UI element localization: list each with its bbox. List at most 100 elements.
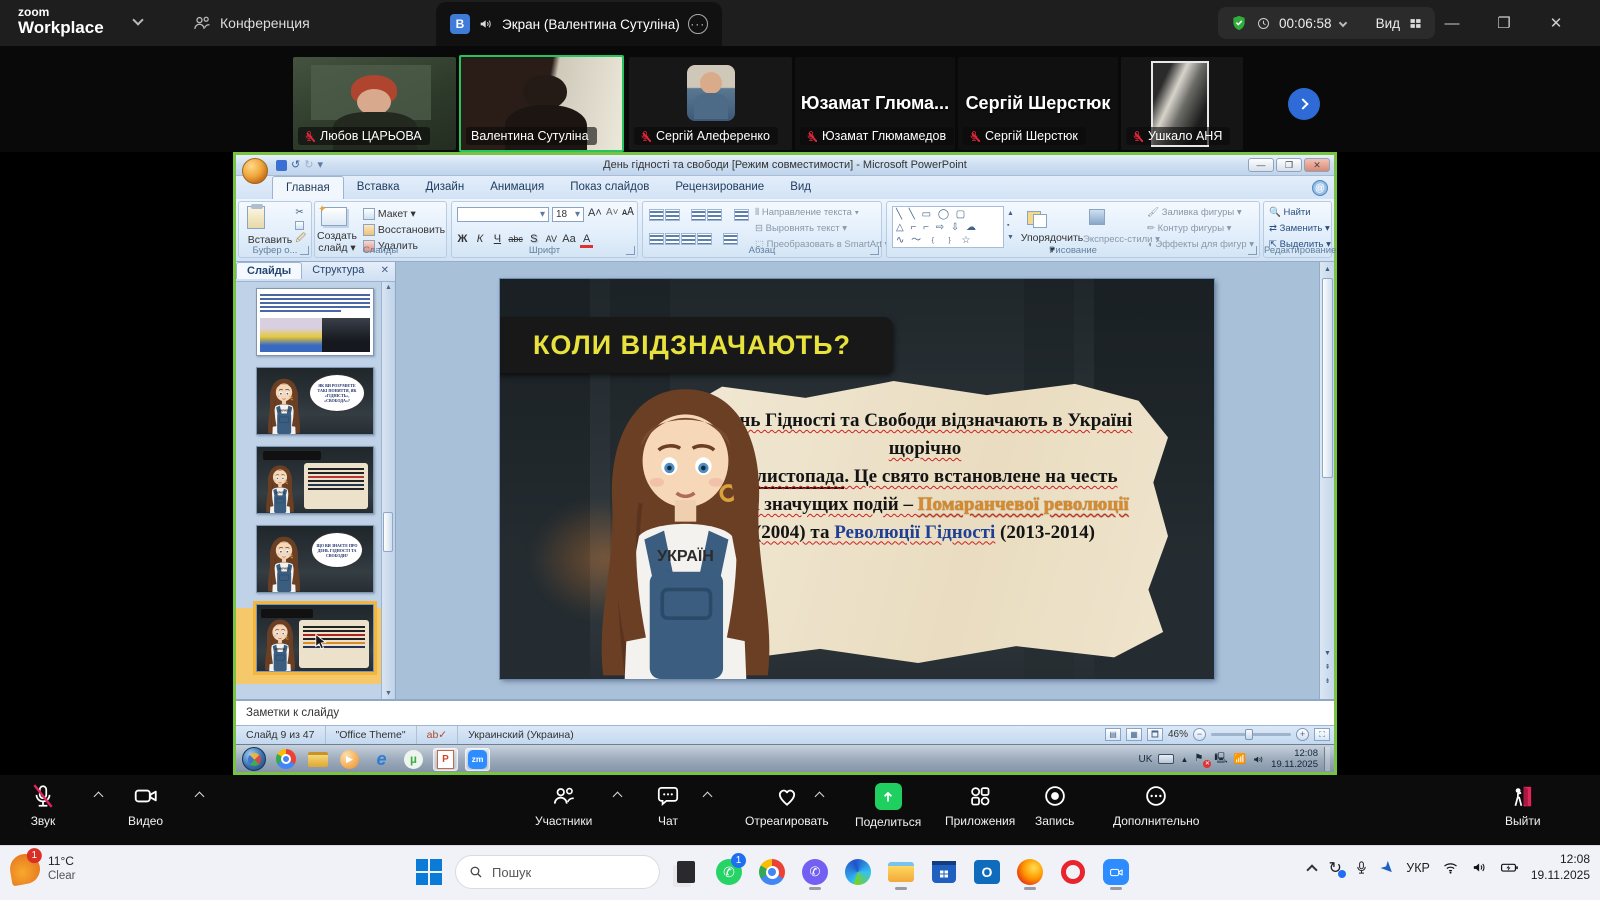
- arrange-icon[interactable]: [1027, 208, 1051, 230]
- fit-to-window-button[interactable]: ⛶: [1314, 728, 1330, 741]
- clear-formatting-button[interactable]: 🗚: [622, 206, 634, 219]
- thumbnail-slide-5[interactable]: 5: [256, 288, 374, 356]
- slideshow-view-button[interactable]: 🗖: [1147, 728, 1163, 741]
- participant-tile-yuzamat[interactable]: Юзамат Глюма... Юзамат Глюмамедов: [795, 57, 955, 150]
- format-painter-icon[interactable]: 🖉: [295, 232, 306, 245]
- thumbnail-slide-8[interactable]: 8 ЩО ВИ ЗНАЄТЕ ПРО ДЕНЬ ГІДНОСТІ ТА СВОБ…: [256, 525, 374, 593]
- win7-language[interactable]: UK: [1139, 754, 1153, 765]
- quick-styles-icon[interactable]: [1089, 208, 1113, 230]
- pane-close-icon[interactable]: ✕: [381, 265, 389, 276]
- taskbar-chrome-icon[interactable]: [273, 748, 298, 771]
- taskbar-outlook-icon[interactable]: O: [970, 853, 1004, 891]
- leave-button[interactable]: Выйти: [1505, 783, 1541, 828]
- view-grid-icon[interactable]: [1408, 16, 1423, 31]
- align-left-button[interactable]: [649, 233, 664, 245]
- align-right-button[interactable]: [681, 233, 696, 245]
- taskbar-wmp-icon[interactable]: ▶: [337, 748, 362, 771]
- taskbar-chrome-icon[interactable]: [755, 853, 789, 891]
- taskbar-zoom-icon[interactable]: zm: [465, 748, 490, 771]
- taskbar-edge-icon[interactable]: [841, 853, 875, 891]
- replace-button[interactable]: ⇄ Заменить ▾: [1269, 221, 1330, 236]
- taskbar-snip-icon[interactable]: [669, 853, 703, 891]
- participants-button[interactable]: Участники: [535, 783, 592, 828]
- clipboard-dialog-launcher[interactable]: [300, 246, 309, 255]
- search-box[interactable]: Пошук: [455, 855, 660, 889]
- bullets-button[interactable]: [649, 209, 664, 221]
- battery-icon[interactable]: [1500, 858, 1519, 877]
- shape-fill-button[interactable]: 🖌 Заливка фигуры ▾: [1147, 205, 1242, 220]
- chat-options-chevron[interactable]: [703, 792, 713, 802]
- normal-view-button[interactable]: ▤: [1105, 728, 1121, 741]
- taskbar-whatsapp-icon[interactable]: ✆ 1: [712, 853, 746, 891]
- ppt-minimize-button[interactable]: —: [1248, 158, 1274, 172]
- share-screen-button[interactable]: Поделиться: [855, 783, 921, 829]
- record-button[interactable]: Запись: [1035, 783, 1074, 828]
- audio-button[interactable]: Звук: [30, 783, 56, 828]
- taskbar-explorer-icon[interactable]: [884, 853, 918, 891]
- tab-view[interactable]: Вид: [777, 176, 824, 199]
- underline-button[interactable]: Ч: [491, 233, 504, 245]
- change-case-button[interactable]: Aa: [562, 233, 575, 245]
- redo-icon[interactable]: ↻: [304, 158, 313, 171]
- qat-more-icon[interactable]: ▾: [317, 158, 323, 171]
- chat-button[interactable]: Чат: [655, 783, 681, 828]
- tray-expand-icon[interactable]: ▲: [1180, 755, 1188, 764]
- participant-tile-sergiy-a[interactable]: Сергій Алеференко: [629, 57, 792, 150]
- thumbnail-slide-6[interactable]: 6 ЯК ВИ РОЗУМІЄТЕ ТАКІ ПОНЯТТЯ, ЯК «ГІДН…: [256, 367, 374, 435]
- line-spacing-button[interactable]: [734, 209, 749, 221]
- participant-tile-valentina-active-speaker[interactable]: Валентина Сутуліна: [459, 55, 624, 152]
- win7-start-button[interactable]: [242, 747, 266, 771]
- office-button[interactable]: [242, 158, 268, 184]
- start-button[interactable]: [412, 853, 446, 891]
- show-desktop-button[interactable]: [1324, 747, 1330, 771]
- numbering-button[interactable]: [665, 209, 680, 221]
- main-scrollbar[interactable]: ▲ ▼ ⇞ ⇟: [1319, 262, 1334, 699]
- sync-icon[interactable]: ↻: [1328, 858, 1341, 878]
- status-language[interactable]: Украинский (Украина): [458, 726, 584, 744]
- zoom-slider-thumb[interactable]: [1245, 729, 1253, 740]
- taskbar-utorrent-icon[interactable]: µ: [401, 748, 426, 771]
- more-button[interactable]: Дополнительно: [1113, 783, 1199, 828]
- workspace-chevron-down-icon[interactable]: [132, 14, 143, 25]
- drawing-dialog-launcher[interactable]: [1248, 246, 1257, 255]
- participants-options-chevron[interactable]: [613, 792, 623, 802]
- shape-outline-button[interactable]: ✏ Контур фигуры ▾: [1147, 221, 1231, 236]
- justify-button[interactable]: [697, 233, 712, 245]
- minimize-button[interactable]: —: [1437, 8, 1467, 38]
- previous-slide-button[interactable]: ⇞: [1322, 662, 1333, 673]
- paragraph-dialog-launcher[interactable]: [870, 246, 879, 255]
- bold-button[interactable]: Ж: [456, 233, 469, 245]
- taskbar-powerpoint-icon-active[interactable]: P: [433, 748, 458, 771]
- video-options-chevron[interactable]: [195, 792, 205, 802]
- maximize-button[interactable]: ❐: [1489, 8, 1519, 38]
- taskbar-firefox-icon[interactable]: [1013, 853, 1047, 891]
- next-slide-button[interactable]: ⇟: [1322, 676, 1333, 687]
- tab-insert[interactable]: Вставка: [344, 176, 413, 199]
- keyboard-icon[interactable]: [1158, 754, 1174, 764]
- zoom-in-button[interactable]: +: [1296, 728, 1309, 741]
- help-icon[interactable]: @: [1312, 180, 1328, 196]
- taskbar-clock[interactable]: 12:0819.11.2025: [1531, 852, 1590, 883]
- undo-icon[interactable]: ↺: [291, 158, 300, 171]
- tab-slideshow[interactable]: Показ слайдов: [557, 176, 662, 199]
- find-button[interactable]: 🔍 Найти: [1269, 205, 1311, 220]
- volume-icon[interactable]: [1471, 859, 1488, 876]
- increase-indent-button[interactable]: [707, 209, 722, 221]
- screen-tab-more-icon[interactable]: ···: [688, 14, 708, 34]
- taskbar-viber-icon[interactable]: ✆: [798, 853, 832, 891]
- timer-chevron-down-icon[interactable]: [1338, 19, 1346, 27]
- thumbnail-slide-7[interactable]: 7: [256, 446, 374, 514]
- participant-tile-ushkalo[interactable]: Ушкало АНЯ: [1121, 57, 1243, 150]
- taskbar-store-icon[interactable]: [927, 853, 961, 891]
- zoom-out-button[interactable]: −: [1193, 728, 1206, 741]
- tab-design[interactable]: Дизайн: [413, 176, 478, 199]
- strikethrough-button[interactable]: abc: [508, 234, 523, 244]
- font-name-combo[interactable]: ▾: [457, 207, 549, 222]
- weather-widget[interactable]: 1 11°CClear: [10, 854, 75, 884]
- scroll-up-icon[interactable]: ▲: [1322, 264, 1333, 275]
- notes-area[interactable]: Заметки к слайду: [236, 699, 1334, 725]
- security-shield-icon[interactable]: [1230, 14, 1248, 32]
- align-text-button[interactable]: ⊟ Выровнять текст ▾: [755, 221, 847, 236]
- pane-scrollbar-thumb[interactable]: [383, 512, 393, 552]
- language-indicator[interactable]: УКР: [1406, 861, 1430, 875]
